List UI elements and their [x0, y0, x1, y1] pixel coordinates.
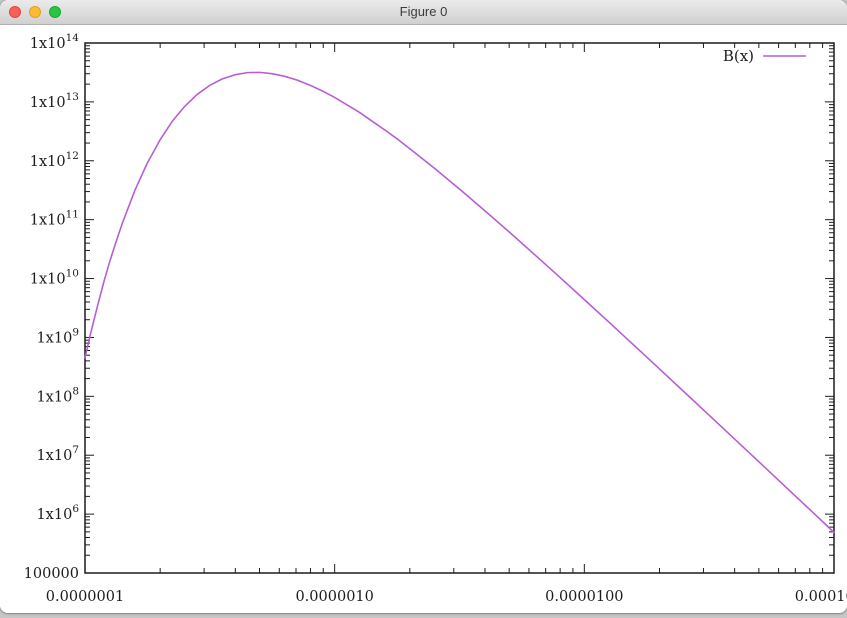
- y-tick-label: 1x106: [36, 503, 79, 523]
- y-tick-label: 1x1011: [30, 209, 79, 229]
- y-axis-labels: 100000 1x106 1x107 1x108 1x109 1x1010 1x1011 1x…: [24, 32, 80, 582]
- plot-area: 0.0000001 0.0000010 0.0000100 0.0001000 1000…: [0, 25, 847, 613]
- plot-border: [85, 43, 834, 573]
- legend: B(x): [723, 47, 806, 65]
- titlebar[interactable]: Figure 0: [0, 0, 847, 25]
- y-axis-ticks: [85, 43, 834, 573]
- y-tick-label: 1x1013: [30, 91, 79, 111]
- y-tick-label: 1x108: [36, 385, 79, 405]
- figure-window: Figure 0 0.00000010.00000100.00001000.00…: [0, 0, 847, 613]
- y-tick-label: 100000: [24, 566, 79, 582]
- y-tick-label: 1x1014: [30, 32, 80, 52]
- x-axis-ticks: [85, 43, 834, 573]
- x-axis-labels: 0.0000001 0.0000010 0.0000100 0.0001000: [46, 589, 847, 605]
- x-tick-label: 0.0000001: [46, 589, 124, 605]
- y-tick-label: 1x1010: [30, 268, 79, 288]
- x-tick-label: 0.0001000: [795, 589, 847, 605]
- x-tick-label: 0.0000100: [545, 589, 623, 605]
- x-tick-label: 0.0000010: [295, 589, 373, 605]
- legend-label: B(x): [723, 47, 754, 65]
- chart-canvas: 0.0000001 0.0000010 0.0000100 0.0001000 1000…: [0, 25, 847, 613]
- window-title: Figure 0: [0, 0, 847, 24]
- y-tick-label: 1x1012: [30, 150, 79, 170]
- y-tick-label: 1x109: [36, 326, 79, 346]
- series-line-bx: [85, 72, 834, 532]
- y-tick-label: 1x107: [36, 444, 79, 464]
